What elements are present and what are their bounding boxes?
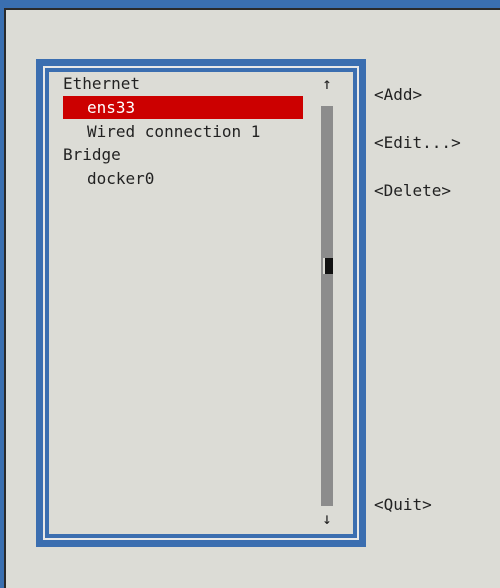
edit-button[interactable]: <Edit...>	[374, 131, 461, 155]
connection-list[interactable]: Ethernet ens33 Wired connection 1 Bridge…	[49, 72, 353, 534]
nmtui-window: Ethernet ens33 Wired connection 1 Bridge…	[4, 8, 500, 588]
add-button[interactable]: <Add>	[374, 83, 422, 107]
delete-button[interactable]: <Delete>	[374, 179, 451, 203]
scroll-thumb[interactable]	[323, 258, 335, 274]
scroll-track[interactable]	[321, 106, 333, 506]
terminal-screen: Ethernet ens33 Wired connection 1 Bridge…	[0, 0, 500, 588]
group-header-ethernet: Ethernet	[63, 74, 141, 93]
scroll-down-arrow-icon[interactable]: ↓	[320, 509, 334, 529]
connection-item-wired-connection-1[interactable]: Wired connection 1	[87, 120, 327, 143]
group-header-bridge: Bridge	[63, 145, 121, 164]
connection-item-ens33[interactable]: ens33	[63, 96, 303, 119]
connection-item-docker0[interactable]: docker0	[87, 167, 327, 190]
connection-list-frame: Ethernet ens33 Wired connection 1 Bridge…	[36, 59, 366, 547]
list-scrollbar[interactable]: ↑ ↓	[320, 72, 335, 534]
connection-list-inner-frame: Ethernet ens33 Wired connection 1 Bridge…	[43, 66, 359, 540]
quit-button[interactable]: <Quit>	[374, 493, 432, 517]
scroll-up-arrow-icon[interactable]: ↑	[320, 74, 334, 94]
